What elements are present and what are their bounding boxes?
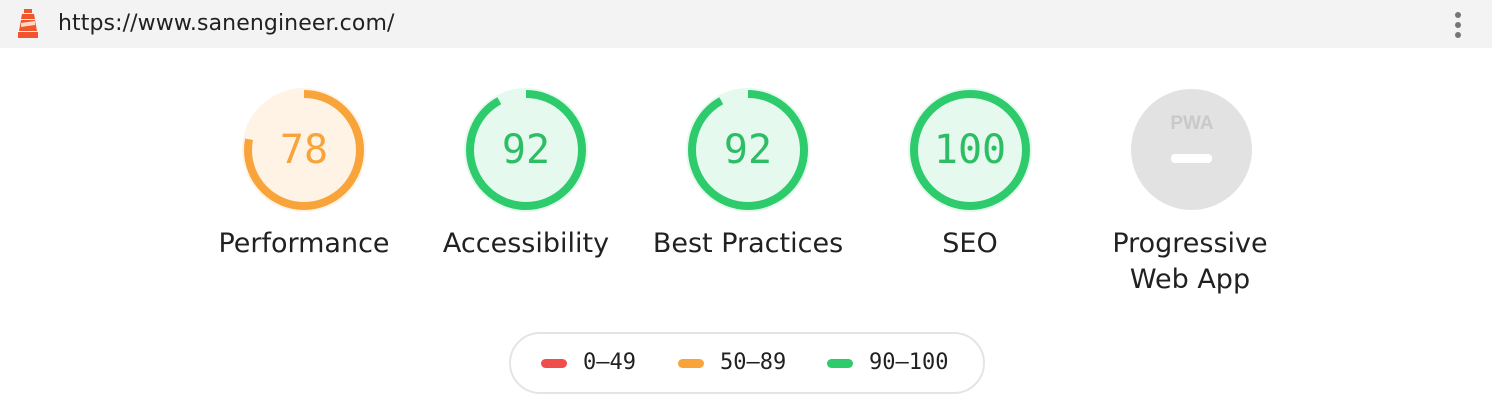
best-practices-score: 92 — [723, 127, 773, 173]
report-url[interactable]: https://www.sanengineer.com/ — [58, 11, 394, 36]
pwa-label-line1: Progressive — [1112, 228, 1268, 259]
legend-range-average: 50–89 — [720, 350, 787, 375]
pwa-label-line2: Web App — [1129, 264, 1251, 295]
pwa-status-dash — [1171, 154, 1212, 163]
score-legend: 0–49 50–89 90–100 — [509, 332, 985, 394]
best-practices-label: Best Practices — [652, 228, 844, 259]
pwa-badge-text: PWA — [1170, 113, 1214, 134]
pwa-label: Progressive Web App — [1070, 226, 1310, 298]
pwa-badge-icon: PWA — [1170, 113, 1214, 134]
gauge-accessibility[interactable]: 92 — [464, 88, 588, 212]
performance-score: 78 — [279, 127, 329, 173]
average-swatch — [678, 359, 704, 368]
more-options-icon[interactable] — [1449, 10, 1467, 40]
legend-range-pass: 90–100 — [869, 350, 949, 375]
legend-range-fail: 0–49 — [583, 350, 636, 375]
seo-label: SEO — [942, 228, 998, 259]
accessibility-score: 92 — [501, 127, 551, 173]
pass-swatch — [827, 359, 853, 368]
gauge-pwa[interactable]: PWA — [1131, 89, 1252, 210]
top-bar: https://www.sanengineer.com/ — [0, 0, 1492, 48]
gauge-performance[interactable]: 78 — [242, 88, 366, 212]
fail-swatch — [541, 359, 567, 368]
gauge-seo[interactable]: 100 — [908, 88, 1032, 212]
gauge-best-practices[interactable]: 92 — [686, 88, 810, 212]
accessibility-label: Accessibility — [442, 228, 610, 259]
seo-score: 100 — [933, 127, 1007, 173]
lighthouse-icon — [18, 9, 38, 38]
performance-label: Performance — [218, 228, 390, 259]
